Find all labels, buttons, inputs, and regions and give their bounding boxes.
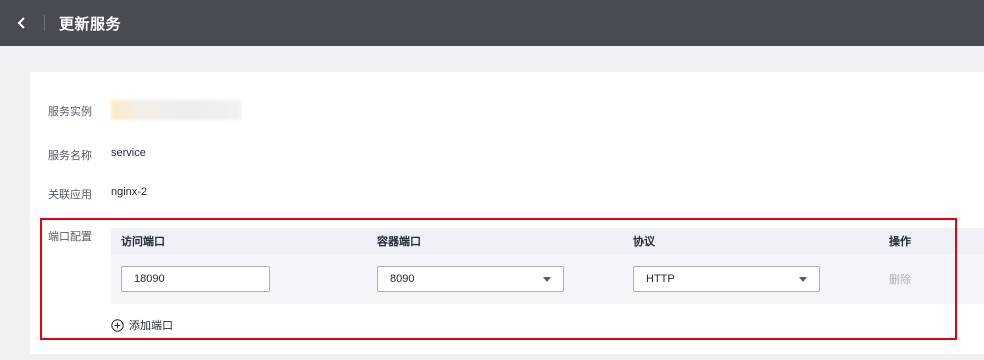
- delete-port-button[interactable]: 删除: [889, 274, 911, 286]
- add-port-button[interactable]: 添加端口: [111, 317, 173, 333]
- chevron-down-icon: [543, 276, 551, 282]
- col-access-port: 访问端口: [121, 236, 165, 248]
- related-app-value: nginx-2: [111, 186, 148, 198]
- col-container-port: 容器端口: [377, 236, 421, 248]
- port-table-header: 访问端口 容器端口 协议 操作: [111, 228, 984, 254]
- container-port-value: 8090: [390, 273, 415, 285]
- access-port-input[interactable]: 18090: [121, 266, 270, 292]
- service-name-label: 服务名称: [48, 150, 92, 162]
- col-protocol: 协议: [633, 236, 655, 248]
- port-table: 访问端口 容器端口 协议 操作 18090 8090 HTTP 删除: [111, 228, 984, 304]
- chevron-down-icon: [799, 276, 807, 282]
- page-title: 更新服务: [59, 15, 122, 33]
- table-row: 18090 8090 HTTP 删除: [111, 254, 984, 304]
- related-app-label: 关联应用: [48, 189, 92, 201]
- service-name-value: service: [111, 147, 146, 159]
- protocol-select[interactable]: HTTP: [633, 266, 820, 292]
- container-port-select[interactable]: 8090: [377, 266, 564, 292]
- title-separator: [44, 15, 45, 31]
- back-button[interactable]: [0, 0, 44, 46]
- service-instance-value-redacted: [111, 100, 241, 120]
- service-instance-label: 服务实例: [48, 106, 92, 118]
- chevron-left-icon: [17, 17, 25, 29]
- top-bar: 更新服务: [0, 0, 984, 46]
- col-action: 操作: [889, 236, 911, 248]
- add-port-label: 添加端口: [129, 320, 173, 332]
- protocol-value: HTTP: [646, 273, 675, 285]
- port-config-label: 端口配置: [48, 231, 92, 243]
- plus-circle-icon: [111, 318, 124, 332]
